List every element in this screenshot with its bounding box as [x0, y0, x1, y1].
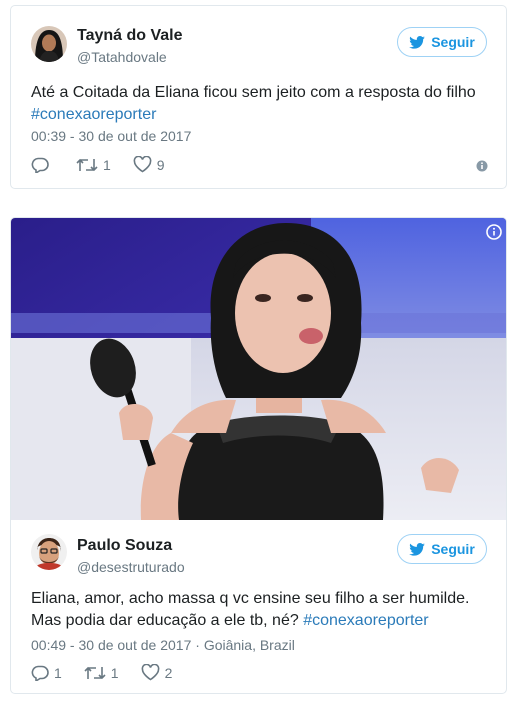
avatar[interactable] — [31, 26, 67, 62]
retweet-button[interactable]: 1 — [76, 157, 111, 173]
tweet-body-line1: Eliana, amor, acho massa q vc ensine seu… — [31, 590, 470, 607]
location[interactable]: Goiânia, Brazil — [204, 637, 295, 653]
avatar[interactable] — [31, 534, 67, 570]
timestamp[interactable]: 00:39 - 30 de out de 2017 — [31, 128, 191, 144]
follow-button[interactable]: Seguir — [397, 534, 487, 564]
separator-dot: · — [195, 637, 204, 653]
hashtag-link[interactable]: #conexaoreporter — [31, 106, 156, 123]
follow-button[interactable]: Seguir — [397, 27, 487, 57]
action-bar: 1 9 — [31, 156, 187, 173]
like-count: 2 — [164, 664, 173, 681]
reply-count: 1 — [54, 664, 62, 681]
reply-button[interactable] — [31, 157, 54, 173]
tweet-text: Eliana, amor, acho massa q vc ensine seu… — [31, 588, 491, 632]
tweet-card-2: Paulo Souza @desestruturado Seguir Elian… — [10, 217, 507, 694]
reply-button[interactable]: 1 — [31, 665, 62, 681]
retweet-button[interactable]: 1 — [84, 665, 119, 681]
retweet-count: 1 — [110, 664, 119, 681]
hashtag-link[interactable]: #conexaoreporter — [303, 612, 428, 629]
tweet-media-image[interactable] — [11, 218, 506, 520]
retweet-count: 1 — [103, 156, 111, 173]
tweet-card-1: Tayná do Vale @Tatahdovale Seguir Até a … — [10, 5, 507, 189]
tweet-body-line2: Mas podia dar educação a ele tb, né? — [31, 612, 299, 629]
follow-label: Seguir — [431, 541, 475, 557]
author-handle[interactable]: @desestruturado — [77, 559, 185, 575]
follow-label: Seguir — [431, 34, 475, 50]
heart-icon — [141, 664, 159, 681]
like-count: 9 — [156, 156, 165, 173]
heart-icon — [133, 156, 152, 173]
info-icon[interactable] — [486, 224, 502, 240]
twitter-bird-icon — [409, 542, 426, 556]
author-name[interactable]: Paulo Souza — [77, 537, 172, 555]
info-icon[interactable] — [474, 158, 490, 174]
twitter-bird-icon — [409, 35, 426, 49]
like-button[interactable]: 2 — [141, 664, 173, 681]
like-button[interactable]: 9 — [133, 156, 165, 173]
action-bar: 1 1 2 — [31, 664, 194, 681]
timestamp-row: 00:49 - 30 de out de 2017 · Goiânia, Bra… — [31, 637, 295, 653]
tweet-body: Até a Coitada da Eliana ficou sem jeito … — [31, 84, 476, 101]
timestamp[interactable]: 00:49 - 30 de out de 2017 — [31, 637, 191, 653]
reply-icon — [31, 157, 49, 173]
retweet-icon — [84, 666, 106, 679]
author-name[interactable]: Tayná do Vale — [77, 27, 183, 45]
author-handle[interactable]: @Tatahdovale — [77, 49, 167, 65]
retweet-icon — [76, 158, 98, 171]
tweet-text: Até a Coitada da Eliana ficou sem jeito … — [31, 82, 491, 126]
reply-icon — [31, 665, 49, 681]
